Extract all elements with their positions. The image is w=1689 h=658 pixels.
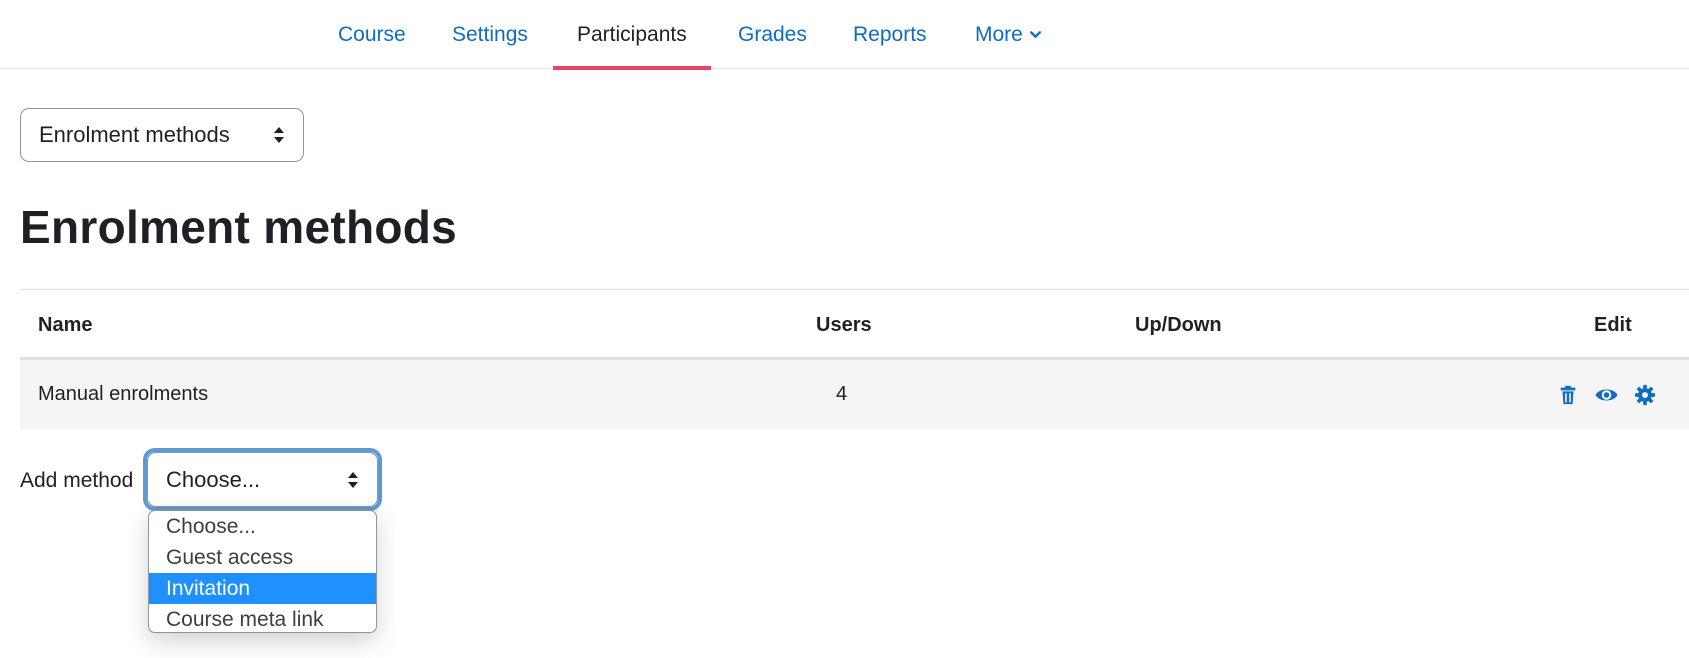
- gear-icon[interactable]: [1634, 384, 1656, 406]
- row-users-cell: 4: [836, 383, 848, 405]
- eye-icon[interactable]: [1594, 384, 1619, 406]
- column-header-updown: Up/Down: [1135, 314, 1222, 336]
- tab-participants[interactable]: Participants: [553, 0, 711, 70]
- option-course-meta-link[interactable]: Course meta link: [149, 604, 376, 632]
- table-row: [20, 360, 1689, 429]
- add-method-select-value: Choose...: [166, 466, 261, 492]
- chevron-down-icon: [1029, 31, 1041, 38]
- add-method-dropdown-list: Choose... Guest access Invitation Course…: [148, 510, 377, 633]
- page-title: Enrolment methods: [20, 201, 458, 253]
- add-method-select[interactable]: Choose...: [147, 452, 378, 507]
- add-method-label: Add method: [20, 469, 134, 492]
- tab-more[interactable]: More: [975, 0, 1042, 69]
- column-header-edit: Edit: [1594, 314, 1632, 336]
- tab-grades[interactable]: Grades: [738, 0, 807, 69]
- trash-icon[interactable]: [1557, 384, 1579, 406]
- updown-arrows-icon: [274, 127, 284, 143]
- option-choose[interactable]: Choose...: [149, 511, 376, 542]
- table-top-divider: [20, 289, 1689, 290]
- column-header-users: Users: [816, 314, 872, 336]
- tab-course[interactable]: Course: [338, 0, 406, 69]
- tab-reports[interactable]: Reports: [853, 0, 927, 69]
- tab-more-label: More: [975, 22, 1023, 46]
- row-name-cell: Manual enrolments: [38, 383, 209, 405]
- option-invitation[interactable]: Invitation: [149, 573, 376, 604]
- option-guest-access[interactable]: Guest access: [149, 542, 376, 573]
- updown-arrows-icon: [348, 471, 358, 488]
- secondary-navigation: Course Settings Participants Grades Repo…: [0, 0, 1689, 70]
- tab-settings[interactable]: Settings: [452, 0, 528, 69]
- enrolment-methods-select[interactable]: Enrolment methods: [20, 108, 304, 162]
- column-header-name: Name: [38, 314, 93, 336]
- enrolment-methods-select-value: Enrolment methods: [39, 122, 230, 147]
